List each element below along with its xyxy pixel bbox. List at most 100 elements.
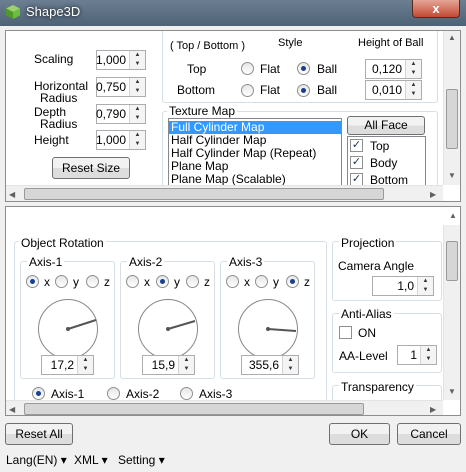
spinner-arrows[interactable]: ▲ ▼ xyxy=(129,51,145,69)
up-arrow-icon[interactable]: ▲ xyxy=(130,78,145,87)
scroll-thumb[interactable] xyxy=(446,89,458,149)
scroll-right-icon[interactable]: ▶ xyxy=(430,190,436,199)
down-arrow-icon[interactable]: ▼ xyxy=(406,69,421,78)
horizontal-radius-spinner[interactable]: 0,750 ▲ ▼ xyxy=(96,77,146,97)
up-arrow-icon[interactable]: ▲ xyxy=(179,356,194,365)
menu-lang[interactable]: Lang(EN) ▾ xyxy=(6,453,67,467)
axis2-x-radio[interactable] xyxy=(126,275,139,288)
spinner-arrows[interactable]: ▲ ▼ xyxy=(129,105,145,123)
menu-setting-label: Setting xyxy=(118,453,156,467)
camera-angle-spinner[interactable]: 1,0 ▲ ▼ xyxy=(372,276,434,296)
ok-button[interactable]: OK xyxy=(329,423,390,445)
active-axis2-radio[interactable] xyxy=(107,387,120,400)
scroll-right-icon[interactable]: ▶ xyxy=(430,405,436,414)
anti-alias-on-checkbox[interactable] xyxy=(339,326,352,339)
bottom-flat-radio[interactable] xyxy=(241,84,254,97)
down-arrow-icon[interactable]: ▼ xyxy=(283,365,298,374)
axis3-angle-spinner[interactable]: 355,6 ▲ ▼ xyxy=(241,355,299,375)
menu-xml-label: XML xyxy=(74,453,99,467)
cancel-button[interactable]: Cancel xyxy=(397,423,461,445)
dial-needle-icon xyxy=(266,327,297,332)
active-axis3-radio[interactable] xyxy=(180,387,193,400)
bottom-pane-horizontal-scrollbar[interactable]: ◀ ▶ xyxy=(6,400,443,415)
aa-level-spinner[interactable]: 1 ▲ ▼ xyxy=(397,345,437,365)
up-arrow-icon[interactable]: ▲ xyxy=(421,346,436,355)
spinner-arrows[interactable]: ▲ ▼ xyxy=(282,356,298,374)
menu-xml[interactable]: XML ▾ xyxy=(74,453,108,467)
axis1-z-radio[interactable] xyxy=(86,275,99,288)
reset-size-button[interactable]: Reset Size xyxy=(52,157,130,179)
top-ball-height-spinner[interactable]: 0,120 ▲ ▼ xyxy=(365,59,422,79)
reset-all-button[interactable]: Reset All xyxy=(5,423,73,445)
spinner-arrows[interactable]: ▲ ▼ xyxy=(129,131,145,149)
scroll-thumb[interactable] xyxy=(446,241,458,281)
axis3-rotation-dial[interactable] xyxy=(238,299,298,359)
axis3-z-radio[interactable] xyxy=(286,275,299,288)
axis3-x-radio[interactable] xyxy=(226,275,239,288)
scroll-thumb[interactable] xyxy=(24,403,364,415)
spinner-arrows[interactable]: ▲ ▼ xyxy=(77,356,93,374)
scroll-down-icon[interactable]: ▼ xyxy=(444,387,460,396)
axis1-rotation-dial[interactable] xyxy=(38,299,98,359)
scroll-up-icon[interactable]: ▲ xyxy=(446,211,460,220)
axis2-angle-spinner[interactable]: 15,9 ▲ ▼ xyxy=(142,355,195,375)
down-arrow-icon[interactable]: ▼ xyxy=(179,365,194,374)
top-ball-radio[interactable] xyxy=(297,62,310,75)
up-arrow-icon[interactable]: ▲ xyxy=(130,51,145,60)
spinner-arrows[interactable]: ▲ ▼ xyxy=(417,277,433,295)
axis2-y-radio[interactable] xyxy=(156,275,169,288)
spinner-arrows[interactable]: ▲ ▼ xyxy=(178,356,194,374)
up-arrow-icon[interactable]: ▲ xyxy=(130,131,145,140)
cancel-label: Cancel xyxy=(410,427,448,441)
down-arrow-icon[interactable]: ▼ xyxy=(130,114,145,123)
face-body-checkbox[interactable]: ✓ xyxy=(350,156,363,169)
down-arrow-icon[interactable]: ▼ xyxy=(130,87,145,96)
down-arrow-icon[interactable]: ▼ xyxy=(406,90,421,99)
down-arrow-icon[interactable]: ▼ xyxy=(421,355,436,364)
scaling-spinner[interactable]: 1,000 ▲ ▼ xyxy=(96,50,146,70)
axis3-y-radio[interactable] xyxy=(255,275,268,288)
active-axis1-radio[interactable] xyxy=(32,387,45,400)
scroll-left-icon[interactable]: ◀ xyxy=(9,405,15,414)
up-arrow-icon[interactable]: ▲ xyxy=(283,356,298,365)
face-top-checkbox[interactable]: ✓ xyxy=(350,139,363,152)
axis1-y-radio[interactable] xyxy=(55,275,68,288)
up-arrow-icon[interactable]: ▲ xyxy=(406,81,421,90)
top-pane-horizontal-scrollbar[interactable]: ◀ ▶ xyxy=(6,185,443,201)
scroll-left-icon[interactable]: ◀ xyxy=(9,190,15,199)
spinner-arrows[interactable]: ▲ ▼ xyxy=(129,78,145,96)
axis1-angle-spinner[interactable]: 17,2 ▲ ▼ xyxy=(41,355,94,375)
bottom-pane-vertical-scrollbar[interactable]: ▼ xyxy=(443,225,460,400)
up-arrow-icon[interactable]: ▲ xyxy=(130,105,145,114)
height-spinner[interactable]: 1,000 ▲ ▼ xyxy=(96,130,146,150)
aa-level-label: AA-Level xyxy=(339,349,388,363)
scroll-up-icon[interactable]: ▲ xyxy=(444,33,460,42)
spinner-arrows[interactable]: ▲ ▼ xyxy=(405,81,421,99)
up-arrow-icon[interactable]: ▲ xyxy=(406,60,421,69)
top-pane-vertical-scrollbar[interactable]: ▲ ▼ xyxy=(443,31,460,185)
down-arrow-icon[interactable]: ▼ xyxy=(130,60,145,69)
depth-radius-spinner[interactable]: 0,790 ▲ ▼ xyxy=(96,104,146,124)
down-arrow-icon[interactable]: ▼ xyxy=(130,140,145,149)
top-flat-radio[interactable] xyxy=(241,62,254,75)
texture-map-list[interactable]: Full Cylinder Map Half Cylinder Map Half… xyxy=(168,118,342,187)
up-arrow-icon[interactable]: ▲ xyxy=(418,277,433,286)
face-checklist[interactable]: ✓ Top ✓ Body ✓ Bottom xyxy=(347,136,426,188)
dropdown-arrow-icon: ▾ xyxy=(60,453,67,467)
down-arrow-icon[interactable]: ▼ xyxy=(78,365,93,374)
axis1-x-radio[interactable] xyxy=(26,275,39,288)
all-face-button[interactable]: All Face xyxy=(347,116,425,135)
up-arrow-icon[interactable]: ▲ xyxy=(78,356,93,365)
title-bar[interactable]: Shape3D x xyxy=(0,0,466,26)
menu-setting[interactable]: Setting ▾ xyxy=(118,453,165,467)
scroll-down-icon[interactable]: ▼ xyxy=(444,171,460,180)
spinner-arrows[interactable]: ▲ ▼ xyxy=(420,346,436,364)
down-arrow-icon[interactable]: ▼ xyxy=(418,286,433,295)
bottom-ball-height-spinner[interactable]: 0,010 ▲ ▼ xyxy=(365,80,422,100)
axis2-rotation-dial[interactable] xyxy=(138,299,198,359)
axis2-z-radio[interactable] xyxy=(186,275,199,288)
close-button[interactable]: x xyxy=(412,0,460,18)
bottom-ball-radio[interactable] xyxy=(297,84,310,97)
spinner-arrows[interactable]: ▲ ▼ xyxy=(405,60,421,78)
scroll-thumb[interactable] xyxy=(24,188,384,200)
